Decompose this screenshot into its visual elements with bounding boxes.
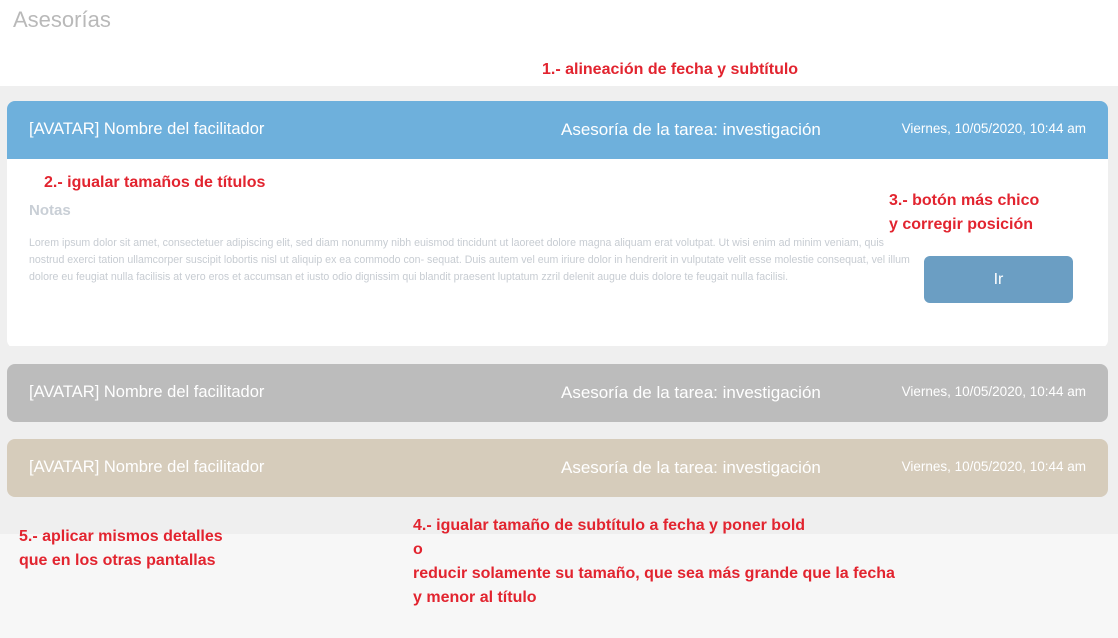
facilitator-name: [AVATAR] Nombre del facilitador: [29, 458, 265, 476]
page-title: Asesorías: [13, 7, 111, 32]
card-header[interactable]: [AVATAR] Nombre del facilitador Asesoría…: [7, 439, 1108, 497]
annotation-3: 3.- botón más chico y corregir posición: [889, 192, 1040, 233]
card-subtitle: Asesoría de la tarea: investigación: [561, 458, 821, 477]
card-date: Viernes, 10/05/2020, 10:44 am: [901, 384, 1086, 399]
card-header[interactable]: [AVATAR] Nombre del facilitador Asesoría…: [7, 101, 1108, 159]
facilitator-name: [AVATAR] Nombre del facilitador: [29, 120, 265, 138]
annotation-5: 5.- aplicar mismos detalles que en los o…: [19, 528, 223, 569]
notes-label: Notas: [29, 202, 71, 219]
card-date: Viernes, 10/05/2020, 10:44 am: [901, 459, 1086, 474]
card-header[interactable]: [AVATAR] Nombre del facilitador Asesoría…: [7, 364, 1108, 422]
go-button[interactable]: Ir: [924, 256, 1073, 303]
facilitator-name: [AVATAR] Nombre del facilitador: [29, 383, 265, 401]
notes-text: Lorem ipsum dolor sit amet, consectetuer…: [29, 237, 910, 283]
card-date: Viernes, 10/05/2020, 10:44 am: [901, 121, 1086, 136]
advisory-card-3[interactable]: [AVATAR] Nombre del facilitador Asesoría…: [7, 439, 1108, 497]
annotation-2: 2.- igualar tamaños de títulos: [44, 174, 266, 191]
card-subtitle: Asesoría de la tarea: investigación: [561, 120, 821, 139]
advisory-card-2[interactable]: [AVATAR] Nombre del facilitador Asesoría…: [7, 364, 1108, 422]
annotation-1: 1.- alineación de fecha y subtítulo: [542, 61, 799, 78]
annotation-4: 4.- igualar tamaño de subtítulo a fecha …: [413, 517, 895, 606]
card-subtitle: Asesoría de la tarea: investigación: [561, 383, 821, 402]
